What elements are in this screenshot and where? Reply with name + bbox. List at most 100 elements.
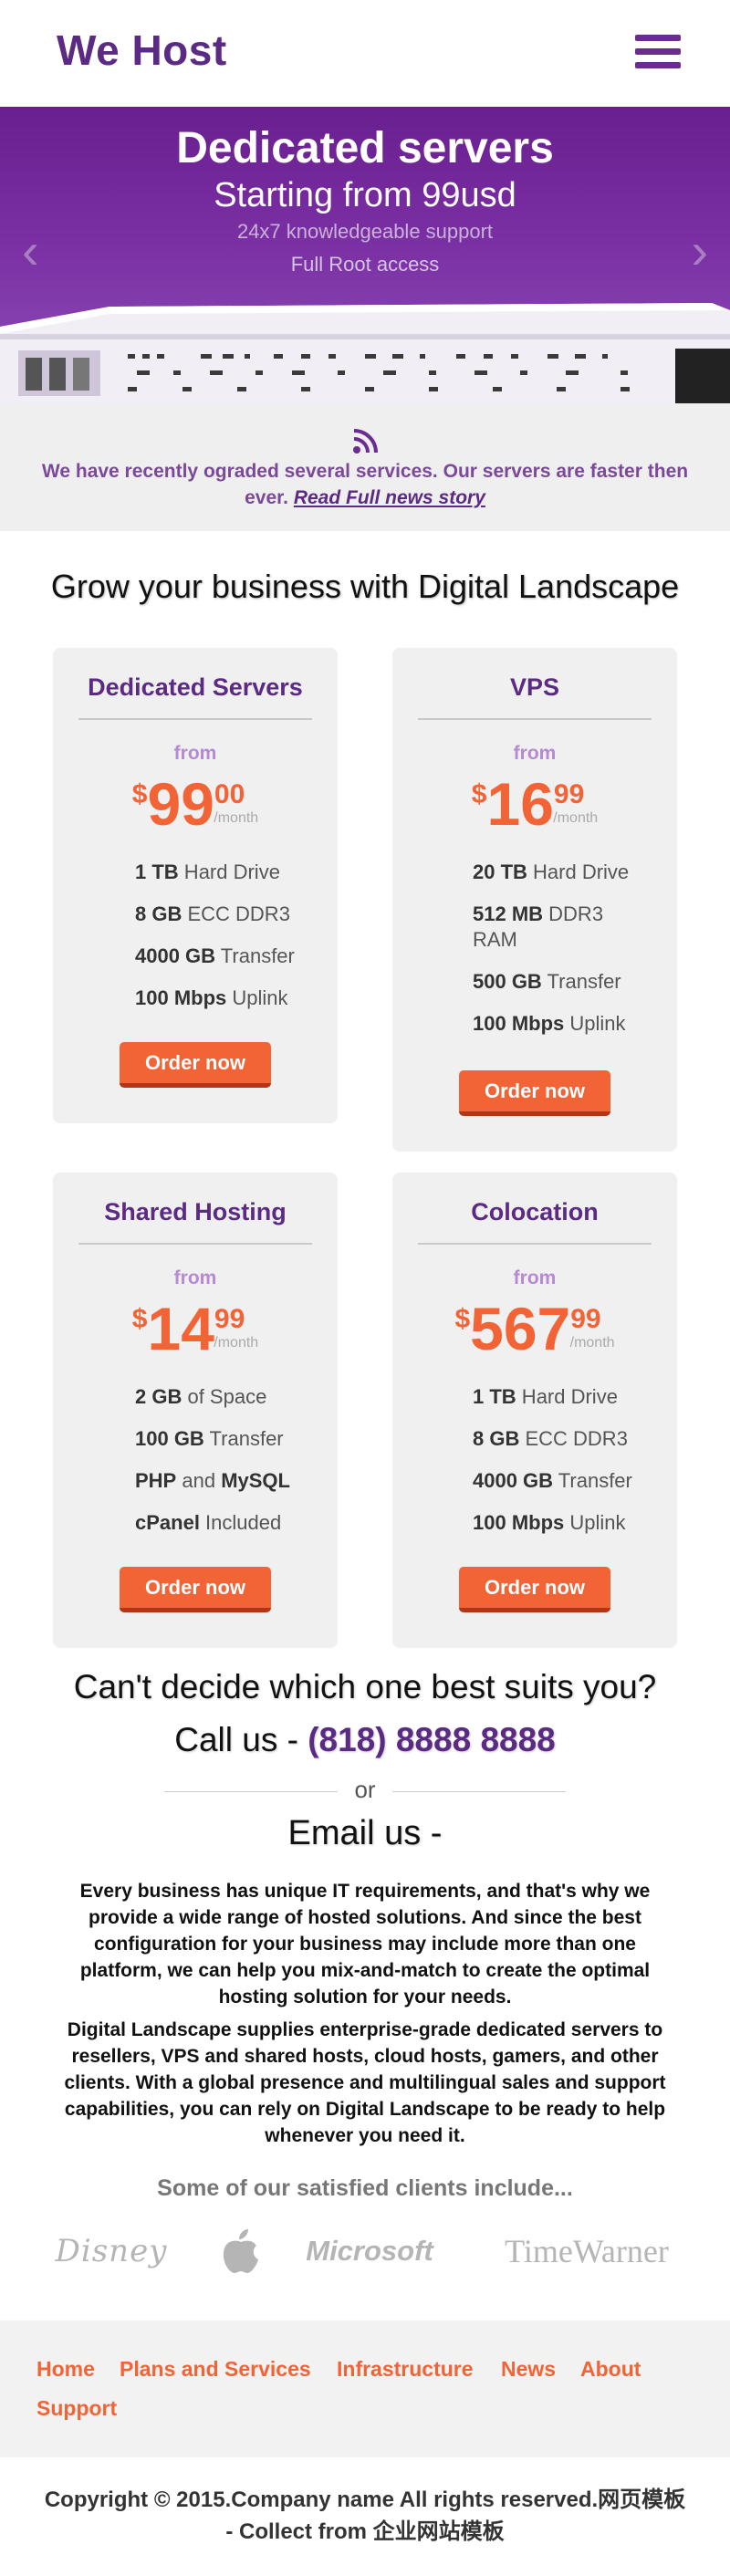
plan-feature: 4000 GB Transfer xyxy=(473,1469,632,1492)
plan-from-label: from xyxy=(173,1267,217,1288)
footer-link-infrastructure[interactable]: Infrastructure xyxy=(337,2357,474,2382)
price-currency: $ xyxy=(131,779,148,809)
collect-from-text: - Collect from xyxy=(225,2519,373,2544)
template-link[interactable]: 网页模板 xyxy=(598,2487,685,2512)
read-news-link[interactable]: Read Full news story xyxy=(294,487,485,508)
price-currency: $ xyxy=(454,1304,471,1334)
plan-price: $56799/month xyxy=(392,1298,677,1359)
email-us-line: Email us - xyxy=(287,1814,443,1852)
plan-feature: 100 Mbps Uplink xyxy=(135,986,288,1009)
plan-feature: cPanel Included xyxy=(135,1511,282,1534)
order-now-button[interactable]: Order now xyxy=(459,1567,610,1612)
price-period: /month xyxy=(214,1335,259,1351)
hamburger-menu-icon[interactable] xyxy=(635,35,681,75)
clients-title: Some of our satisfied clients include... xyxy=(157,2175,573,2201)
or-label: or xyxy=(354,1776,376,1803)
call-us-line: Call us - (818) 8888 8888 xyxy=(0,1721,730,1759)
news-text: We have recently ograded several service… xyxy=(27,458,703,511)
chevron-right-icon[interactable]: › xyxy=(691,225,708,276)
price-integer: 567 xyxy=(470,1295,571,1362)
plan-from-label: from xyxy=(513,743,557,764)
plan-feature: 8 GB ECC DDR3 xyxy=(473,1427,628,1450)
footer-link-support[interactable]: Support xyxy=(36,2396,117,2421)
plan-card-shared: Shared Hosting from $1499/month 2 GB of … xyxy=(53,1173,338,1648)
price-period: /month xyxy=(569,1335,615,1351)
hero-feature-root: Full Root access xyxy=(290,253,440,276)
rss-icon[interactable] xyxy=(350,427,380,456)
phone-link[interactable]: (818) 8888 8888 xyxy=(308,1721,556,1758)
timewarner-logo: TimeWarner xyxy=(505,2233,669,2269)
call-us-label: Call us - xyxy=(174,1721,308,1758)
plan-from-label: from xyxy=(513,1267,557,1288)
plan-feature: 100 Mbps Uplink xyxy=(473,1511,626,1534)
menu-bar xyxy=(635,48,681,55)
plan-card-colocation: Colocation from $56799/month 1 TB Hard D… xyxy=(392,1173,677,1648)
plan-features: 20 TB Hard Drive 512 MB DDR3 RAM 500 GB … xyxy=(473,860,637,1053)
microsoft-logo: Microsoft xyxy=(306,2235,433,2267)
divider-line xyxy=(392,1791,566,1792)
price-currency: $ xyxy=(471,779,487,809)
chevron-left-icon[interactable]: ‹ xyxy=(22,225,39,276)
order-now-button[interactable]: Order now xyxy=(459,1070,610,1116)
disney-logo: Disney xyxy=(55,2233,168,2269)
plan-features: 1 TB Hard Drive 8 GB ECC DDR3 4000 GB Tr… xyxy=(135,860,318,1027)
about-paragraph-2: Digital Landscape supplies enterprise-gr… xyxy=(64,2019,666,2146)
plan-features: 2 GB of Space 100 GB Transfer PHP and My… xyxy=(135,1384,318,1552)
site-template-link[interactable]: 企业网站模板 xyxy=(373,2519,505,2544)
footer-link-plans[interactable]: Plans and Services xyxy=(120,2357,311,2382)
site-logo[interactable]: We Host xyxy=(57,26,227,75)
plan-feature: 20 TB Hard Drive xyxy=(473,860,630,883)
hero-slider: Dedicated servers Starting from 99usd 24… xyxy=(0,107,730,403)
plan-feature: 2 GB of Space xyxy=(135,1385,267,1408)
plan-feature: 512 MB DDR3 RAM xyxy=(473,902,604,951)
plan-feature: 8 GB ECC DDR3 xyxy=(135,902,290,925)
plan-feature: 500 GB Transfer xyxy=(473,970,621,993)
footer-nav: Home Plans and Services Infrastructure N… xyxy=(0,2320,730,2457)
footer-link-news[interactable]: News xyxy=(501,2357,556,2382)
hero-subtitle: Starting from 99usd xyxy=(214,176,516,214)
plans-section-title: Grow your business with Digital Landscap… xyxy=(50,568,680,605)
plan-price: $1499/month xyxy=(53,1298,338,1359)
order-now-button[interactable]: Order now xyxy=(120,1042,271,1088)
price-decimal: 00 xyxy=(214,779,245,809)
price-integer: 16 xyxy=(486,770,554,838)
copyright-text: Copyright © 2015.Company name All rights… xyxy=(44,2487,599,2512)
or-divider: or xyxy=(164,1776,566,1807)
header: We Host xyxy=(0,0,730,107)
plan-feature: 100 Mbps Uplink xyxy=(473,1012,626,1035)
price-decimal: 99 xyxy=(570,1304,601,1334)
plan-price: $1699/month xyxy=(392,774,677,834)
plan-feature: 1 TB Hard Drive xyxy=(135,860,280,883)
plan-feature: PHP and MySQL xyxy=(135,1469,290,1492)
price-currency: $ xyxy=(131,1304,148,1334)
hero-feature-support: 24x7 knowledgeable support xyxy=(236,220,494,243)
plan-title: Colocation xyxy=(418,1198,652,1245)
hero-title: Dedicated servers xyxy=(176,124,554,172)
contact-question: Can't decide which one best suits you? xyxy=(73,1668,657,1705)
plan-features: 1 TB Hard Drive 8 GB ECC DDR3 4000 GB Tr… xyxy=(473,1384,655,1552)
plan-feature: 1 TB Hard Drive xyxy=(473,1385,618,1408)
client-logos: Disney Microsoft TimeWarner xyxy=(0,2219,730,2283)
plan-card-dedicated: Dedicated Servers from $9900/month 1 TB … xyxy=(53,648,338,1123)
footer-link-about[interactable]: About xyxy=(580,2357,641,2382)
plan-feature: 100 GB Transfer xyxy=(135,1427,284,1450)
plan-title: Shared Hosting xyxy=(78,1198,312,1245)
news-banner: We have recently ograded several service… xyxy=(0,403,730,531)
plan-title: Dedicated Servers xyxy=(78,673,312,720)
menu-bar xyxy=(635,62,681,68)
price-period: /month xyxy=(214,810,259,826)
plan-title: VPS xyxy=(418,673,652,720)
price-integer: 14 xyxy=(147,1295,214,1362)
copyright: Copyright © 2015.Company name All rights… xyxy=(0,2484,730,2548)
price-integer: 99 xyxy=(147,770,214,838)
server-rack-image xyxy=(0,303,730,403)
apple-logo-icon xyxy=(215,2219,266,2283)
menu-bar xyxy=(635,35,681,41)
apple-logo-icon xyxy=(223,2229,258,2273)
order-now-button[interactable]: Order now xyxy=(120,1567,271,1612)
plan-card-vps: VPS from $1699/month 20 TB Hard Drive 51… xyxy=(392,648,677,1152)
plan-from-label: from xyxy=(173,743,217,764)
footer-link-home[interactable]: Home xyxy=(36,2357,95,2382)
price-decimal: 99 xyxy=(553,779,585,809)
plan-feature: 4000 GB Transfer xyxy=(135,944,295,967)
